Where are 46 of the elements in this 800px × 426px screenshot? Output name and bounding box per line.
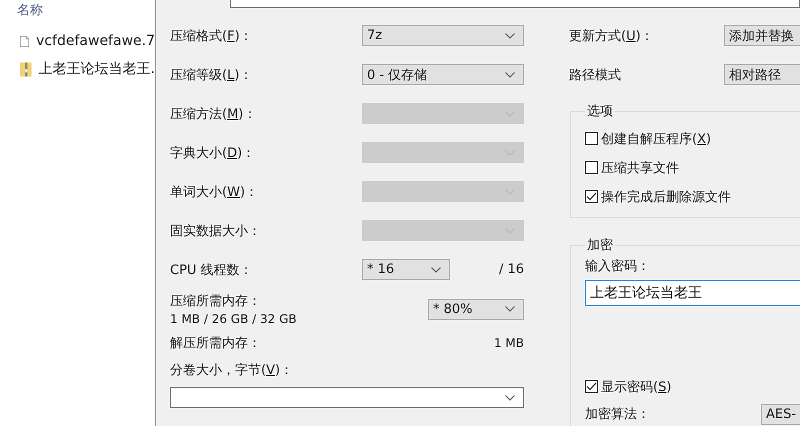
column-header[interactable]: 名称 [0, 0, 155, 27]
dropdown[interactable]: * 80% [428, 298, 524, 320]
checkbox-label: 显示密码(S) [601, 378, 672, 396]
checkbox-label: 创建自解压程序(X) [601, 130, 712, 148]
group-title: 加密 [586, 237, 614, 254]
checkbox[interactable] [585, 190, 598, 203]
memory-value: 1 MB [492, 336, 524, 350]
dropdown[interactable]: 7z [362, 25, 524, 46]
file-name[interactable]: 上老王论坛当老王. [38, 60, 155, 78]
checkbox-label: 压缩共享文件 [601, 160, 679, 176]
field-label: 分卷大小，字节(V)： [170, 362, 294, 380]
field-label: 压缩等级(L)： [170, 66, 254, 84]
file-name[interactable]: vcfdefawefawe.7 [36, 33, 155, 49]
field-label: 路径模式 [569, 66, 622, 84]
thread-total: / 16 [498, 262, 524, 277]
field-label: 字典大小(D)： [170, 144, 256, 162]
field-label: 压缩格式(F)： [170, 28, 254, 44]
dropdown[interactable]: 添加并替换 [724, 25, 800, 46]
dropdown[interactable]: * 16 [362, 259, 450, 280]
field-label: 更新方式(U)： [569, 28, 655, 44]
dropdown[interactable]: 相对路径 [724, 64, 800, 85]
field-label: 压缩所需内存： [170, 293, 262, 310]
memory-usage: 1 MB / 26 GB / 32 GB [170, 312, 298, 326]
checkbox[interactable] [585, 161, 598, 174]
password-field[interactable]: 上老王论坛当老王 [585, 280, 800, 306]
chevron-down-icon [505, 72, 515, 78]
field-label: 解压所需内存： [170, 335, 262, 352]
checkbox[interactable] [585, 380, 598, 393]
dropdown[interactable] [170, 387, 524, 408]
checkbox[interactable] [585, 132, 598, 145]
field-label: 输入密码： [585, 258, 651, 276]
dropdown[interactable]: AES- [761, 404, 800, 424]
zip-folder-icon [20, 60, 32, 78]
field-label: 压缩方法(M)： [170, 106, 258, 122]
field-label: 固实数据大小： [170, 222, 262, 240]
dropdown[interactable]: 0 - 仅存储 [362, 64, 524, 85]
chevron-down-icon [431, 266, 441, 272]
chevron-down-icon [505, 306, 515, 312]
chevron-down-icon [505, 394, 515, 400]
checkbox-label: 操作完成后删除源文件 [601, 188, 731, 206]
text-field[interactable] [230, 0, 800, 8]
field-label: 加密算法： [585, 406, 651, 423]
group-title: 选项 [586, 103, 614, 120]
chevron-down-icon [505, 32, 515, 38]
field-label: CPU 线程数： [170, 262, 254, 278]
field-label: 单词大小(W)： [170, 184, 260, 200]
